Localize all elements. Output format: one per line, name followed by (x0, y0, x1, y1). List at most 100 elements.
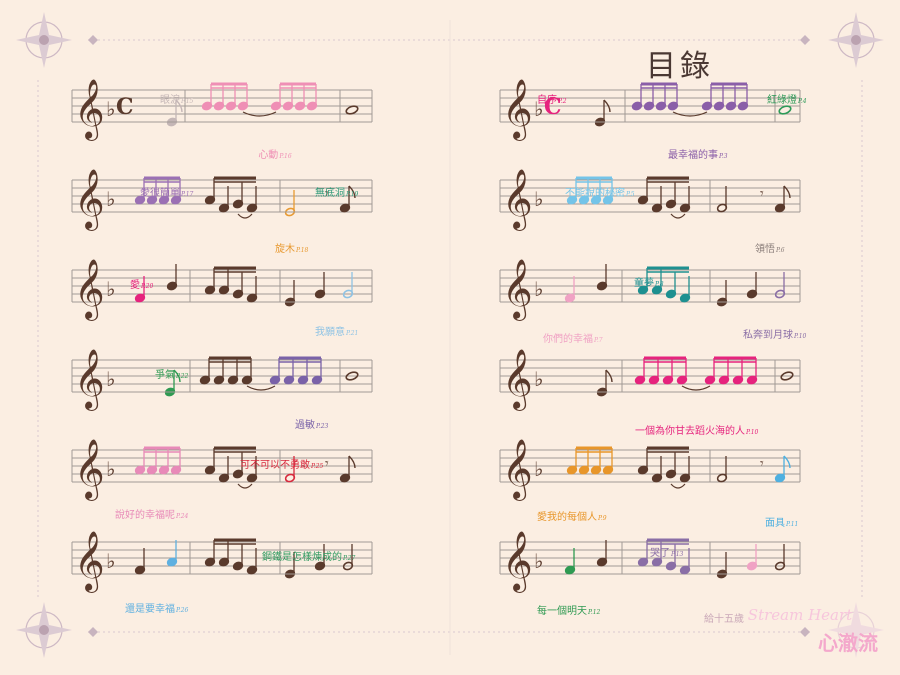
music-note (314, 272, 326, 299)
song-title: 無底洞 (315, 186, 345, 199)
staff-system-l6: 𝄞 ♭ 鋼鐵是怎樣煉成的P.27 還是要幸福P.26 (71, 531, 373, 615)
song-page-number: P.17 (180, 191, 194, 198)
song-title: 我願意 (315, 325, 345, 338)
logo-script-text: Stream Heart (748, 606, 853, 624)
music-note (204, 178, 216, 205)
staff-system-r5: 𝄞 ♭ 𝄾 愛我的每個人P.9 面具P.11 (499, 439, 801, 529)
music-note (564, 548, 576, 575)
eighth-rest-icon: 𝄾 (760, 456, 764, 472)
music-note (218, 456, 230, 483)
song-page-number: P.10 (793, 333, 807, 340)
song-page-number: P.25 (310, 463, 324, 470)
music-note (232, 182, 244, 209)
song-title: 童夢 (634, 276, 654, 289)
song-title: 領悟 (755, 242, 775, 255)
song-entry: 愛我的每個人P.9 (537, 510, 607, 523)
song-page-number: P.9 (597, 515, 607, 522)
music-note (204, 448, 216, 475)
treble-clef-icon: 𝄞 (74, 79, 105, 141)
treble-clef-icon: 𝄞 (74, 259, 105, 321)
music-note (232, 544, 244, 571)
music-note (651, 456, 663, 483)
song-page-number: P.8 (654, 281, 664, 288)
song-entry: 眼淚P.15 (160, 93, 194, 106)
staff-system-r1: 𝄞 ♭ C自序P.2 紅綠燈P.4最幸福的事P.3 (499, 79, 807, 161)
song-page-number: P.5 (625, 191, 635, 198)
page-artwork: 目錄 𝄞 ♭ C 眼淚P.15心動P.16𝄞 ♭ 𝄾愛很簡單P.17 無底洞P.19旋木P.… (16, 12, 884, 658)
music-note (246, 276, 258, 303)
staff-system-r4: 𝄞 ♭ 一個為你甘去蹈火海的人P.10 (499, 349, 801, 437)
music-note (665, 452, 677, 479)
music-note (715, 552, 729, 579)
music-note (596, 264, 608, 291)
music-note (651, 186, 663, 213)
music-note (595, 369, 613, 397)
song-title: 可不可以不勇敢 (240, 458, 310, 471)
flat-sign-icon: ♭ (106, 457, 115, 481)
song-entry: 每一個明天P.12 (537, 604, 601, 617)
music-note (637, 540, 649, 567)
music-note (166, 264, 178, 291)
staff-system-l5: 𝄞 ♭ 𝄾可不可以不勇敢P.25說好的幸福呢P.24 (71, 439, 373, 521)
song-entry: 最幸福的事P.3 (668, 148, 728, 161)
flat-sign-icon: ♭ (106, 277, 115, 301)
flat-sign-icon: ♭ (534, 187, 543, 211)
music-note (704, 358, 716, 385)
song-title: 你們的幸福 (543, 332, 593, 345)
song-page-number: P.18 (295, 247, 309, 254)
song-title: 每一個明天 (537, 604, 587, 617)
music-note (204, 268, 216, 295)
song-title: 給十五歲 (704, 612, 744, 625)
music-note (746, 272, 758, 299)
eighth-rest-icon: 𝄾 (760, 186, 764, 202)
music-note (593, 99, 611, 127)
corner-ornament-bottom-left (16, 602, 72, 658)
song-page-number: P.26 (175, 607, 189, 614)
flat-sign-icon: ♭ (534, 457, 543, 481)
page-title: 目錄 (646, 49, 714, 84)
staff-systems: 𝄞 ♭ C 眼淚P.15心動P.16𝄞 ♭ 𝄾愛很簡單P.17 無底洞P.19旋木P.18𝄞… (71, 79, 807, 625)
song-title: 愛我的每個人 (537, 510, 597, 523)
music-note (232, 272, 244, 299)
song-entry: 私奔到月球P.10 (743, 328, 807, 341)
song-title: 自序 (537, 93, 557, 106)
music-note (679, 186, 691, 213)
song-entry: 我願意P.21 (315, 325, 358, 338)
song-page-number: P.4 (797, 98, 807, 105)
tie-arc (670, 213, 686, 219)
decorative-border (37, 20, 863, 655)
music-note (342, 272, 354, 299)
song-title: 眼淚 (160, 93, 180, 106)
music-note (774, 544, 786, 571)
staff-system-r2: 𝄞 ♭ 𝄾 不能說的秘密P.5 領悟P.6 (499, 169, 801, 255)
song-entry: 紅綠燈P.4 (767, 94, 807, 106)
music-note (134, 548, 146, 575)
treble-clef-icon: 𝄞 (74, 531, 105, 593)
music-note (631, 84, 643, 111)
music-note (774, 455, 791, 483)
music-note (716, 186, 728, 213)
music-note (746, 544, 758, 571)
song-page-number: P.19 (345, 191, 359, 198)
treble-clef-icon: 𝄞 (502, 259, 533, 321)
corner-ornament-top-right (828, 12, 884, 68)
tie-arc (670, 483, 686, 489)
flat-sign-icon: ♭ (534, 549, 543, 573)
time-signature-common-icon: C (116, 94, 134, 120)
song-title: 愛很簡單 (140, 186, 180, 199)
music-note (199, 358, 211, 385)
song-entry: 給十五歲 (704, 612, 744, 625)
staff-system-l1: 𝄞 ♭ C 眼淚P.15 心動P.16 (71, 79, 373, 161)
treble-clef-icon: 𝄞 (502, 169, 533, 231)
song-page-number: P.20 (140, 283, 154, 290)
music-note (134, 448, 146, 475)
music-note (204, 540, 216, 567)
song-entry: 你們的幸福P.7 (543, 332, 603, 345)
song-title: 面具 (765, 517, 785, 529)
song-page-number: P.13 (670, 551, 684, 558)
tie-arc (237, 213, 253, 219)
publisher-logo: Stream Heart 心澈流 (748, 606, 878, 655)
music-note (564, 276, 576, 303)
flat-sign-icon: ♭ (106, 97, 115, 121)
logo-chinese-text: 心澈流 (818, 631, 878, 655)
